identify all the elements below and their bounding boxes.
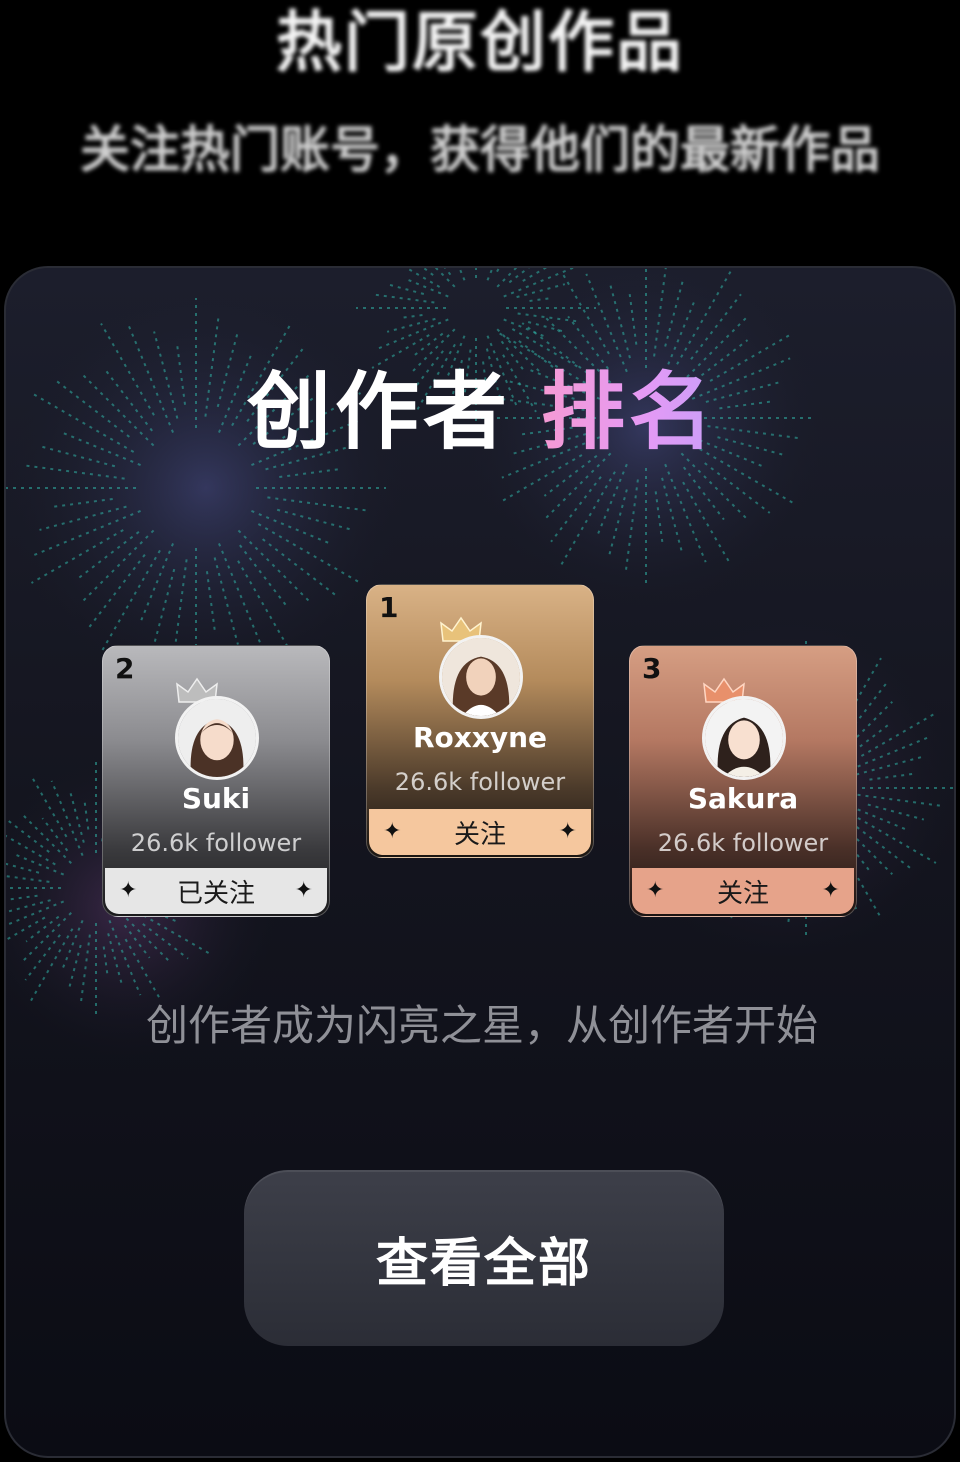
creator-name: Roxxyne [412,721,548,754]
follow-button[interactable]: ✦ 关注 ✦ [369,809,591,855]
creator-card-rank-1[interactable]: 1 Roxxyne 26.6k follower ✦ 关注 ✦ [366,584,594,858]
creator-name: Sakura [687,782,799,815]
panel-title: 创作者 排名 [6,362,954,462]
sparkle-icon: ✦ [821,878,840,903]
rank-number: 2 [115,652,135,685]
follow-button[interactable]: ✦ 关注 ✦ [632,868,854,914]
sparkle-icon: ✦ [383,819,402,844]
sparkle-icon: ✦ [119,878,138,903]
follow-button-label: 关注 [716,878,769,909]
follow-button-label: 已关注 [176,878,255,909]
header-subtitle: 关注热门账号，获得他们的最新作品 [80,121,880,179]
panel-title-main: 创作者 [246,363,511,461]
creator-card-rank-2[interactable]: 2 Suki 26.6k follower ✦ 已关注 ✦ [102,645,330,917]
avatar [439,635,523,719]
creator-card-rank-3[interactable]: 3 Sakura 26.6k follower ✦ 关注 ✦ [629,645,857,917]
rank-number: 1 [379,591,399,624]
slogan-text: 创作者成为闪亮之星，从创作者开始 [145,1001,818,1050]
avatar [175,696,259,780]
following-button[interactable]: ✦ 已关注 ✦ [105,868,327,914]
follower-count: 26.6k follower [657,829,829,857]
view-all-button[interactable]: 查看全部 [244,1170,724,1346]
panel-title-accent: 排名 [541,363,718,461]
rank-number: 3 [642,652,662,685]
follow-button-label: 关注 [453,819,506,850]
header-title: 热门原创作品 [276,4,684,81]
avatar [702,696,786,780]
follower-count: 26.6k follower [130,829,302,857]
sparkle-icon: ✦ [558,819,577,844]
follower-count: 26.6k follower [394,768,566,796]
sparkle-icon: ✦ [646,878,665,903]
sparkle-icon: ✦ [294,878,313,903]
creator-ranking-panel: 创作者 排名 2 Suki 26.6k follower ✦ 已关注 ✦ 1 R… [4,266,956,1458]
creator-name: Suki [181,782,251,815]
